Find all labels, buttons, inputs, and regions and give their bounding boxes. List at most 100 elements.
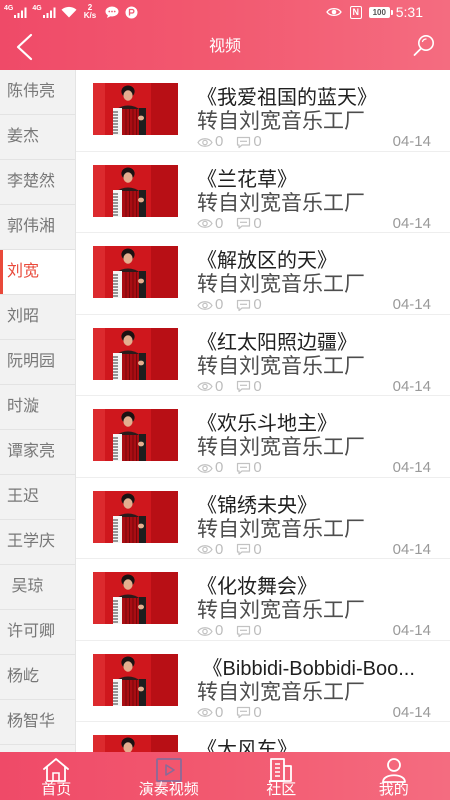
comment-count: 0 [253, 703, 262, 721]
sidebar-artist-item[interactable]: 陈伟亮 [0, 70, 75, 115]
chevron-left-icon[interactable] [14, 33, 36, 61]
video-thumbnail[interactable] [93, 653, 178, 706]
video-title[interactable]: 《我爱祖国的蓝天》 [197, 86, 447, 110]
comment-icon [236, 299, 251, 312]
video-source: 转自刘宽音乐工厂 [197, 517, 365, 541]
comment-icon [236, 136, 251, 149]
comment-icon [236, 380, 251, 393]
signal-icon [14, 7, 28, 18]
network-1: 4G [4, 5, 28, 18]
video-title[interactable]: 《Bibbidi-Bobbidi-Boo... [197, 657, 447, 681]
video-thumbnail[interactable] [93, 164, 178, 217]
status-bar: 4G 4G 2 K/s N 100 5:31 [0, 0, 450, 24]
video-list-item[interactable]: 《大风车》 [76, 722, 450, 752]
video-date: 04-14 [392, 214, 431, 232]
sidebar-artist-item[interactable]: 王迟 [0, 475, 75, 520]
sidebar-artist-item[interactable]: 王学庆 [0, 520, 75, 565]
video-list-item[interactable]: 《锦绣未央》 转自刘宽音乐工厂 0 0 04-14 [76, 478, 450, 559]
video-source: 转自刘宽音乐工厂 [197, 191, 365, 215]
video-thumbnail[interactable] [93, 246, 178, 298]
video-title[interactable]: 《红太阳照边疆》 [197, 331, 447, 355]
network-speed: 2 K/s [84, 4, 96, 20]
video-thumbnail[interactable] [93, 327, 178, 380]
eye-icon [197, 707, 213, 718]
comment-icon [236, 543, 251, 556]
video-source: 转自刘宽音乐工厂 [197, 436, 365, 459]
view-count: 0 [215, 540, 224, 558]
video-title[interactable]: 《欢乐斗地主》 [197, 412, 447, 436]
video-date: 04-14 [392, 296, 431, 313]
sidebar-artist-item[interactable]: 郭伟湘 [0, 205, 75, 250]
video-title[interactable]: 《兰花草》 [197, 168, 447, 192]
video-title[interactable]: 《大风车》 [197, 738, 447, 752]
video-stats: 00 [197, 541, 275, 559]
sidebar-artist-item[interactable]: 杨屹 [0, 655, 75, 700]
message-bubble-icon [105, 6, 119, 18]
video-source: 转自刘宽音乐工厂 [197, 110, 365, 133]
view-count: 0 [215, 459, 224, 476]
view-count: 0 [215, 214, 224, 232]
view-count: 0 [215, 703, 224, 721]
community-icon [225, 757, 338, 783]
video-thumbnail[interactable] [93, 83, 178, 135]
signal-icon [42, 7, 57, 18]
video-source: 转自刘宽音乐工厂 [197, 273, 365, 296]
video-stats: 00 [197, 296, 275, 314]
video-title[interactable]: 《化妆舞会》 [197, 575, 447, 599]
view-count: 0 [215, 377, 224, 395]
sidebar-artist-item[interactable]: 许可卿 [0, 610, 75, 655]
tab-videos[interactable]: 演奏视频 [113, 752, 226, 800]
video-thumbnail[interactable] [93, 572, 178, 624]
search-icon[interactable] [411, 34, 437, 58]
status-right: N 100 5:31 [325, 0, 423, 24]
video-list-item[interactable]: 《Bibbidi-Bobbidi-Boo... 转自刘宽音乐工厂 0 0 04-14 [76, 641, 450, 722]
eye-icon [197, 300, 213, 311]
speed-unit: K/s [83, 11, 97, 20]
video-title[interactable]: 《解放区的天》 [197, 249, 447, 273]
network-2: 4G [32, 5, 57, 18]
video-stats: 00 [197, 215, 275, 233]
sidebar-artist-item[interactable]: 谭家亮 [0, 430, 75, 475]
sidebar-artist-item[interactable]: 时漩 [0, 385, 75, 430]
tab-profile[interactable]: 我的 [338, 752, 450, 800]
status-left: 4G 4G 2 K/s [4, 0, 138, 24]
video-play-icon [113, 757, 226, 783]
sidebar-artist-item[interactable]: 刘宽 [0, 250, 75, 295]
comment-count: 0 [253, 377, 262, 395]
sidebar-artist-item[interactable]: 阮明园 [0, 340, 75, 385]
view-count: 0 [215, 133, 224, 150]
video-list-item[interactable]: 《欢乐斗地主》 转自刘宽音乐工厂 0 0 04-14 [76, 396, 450, 478]
video-list-item[interactable]: 《红太阳照边疆》 转自刘宽音乐工厂 0 0 04-14 [76, 315, 450, 396]
video-stats: 00 [197, 622, 275, 640]
video-list-item[interactable]: 《兰花草》 转自刘宽音乐工厂 0 0 04-14 [76, 152, 450, 233]
bottom-nav: 首页 演奏视频 社区 我的 [0, 752, 450, 800]
view-count: 0 [215, 622, 224, 639]
sidebar-artist-item[interactable]: 杨智华 [0, 700, 75, 745]
video-title[interactable]: 《锦绣未央》 [197, 494, 447, 518]
video-date: 04-14 [392, 703, 431, 721]
video-thumbnail[interactable] [93, 409, 178, 461]
app-notification-icon [125, 6, 138, 19]
video-date: 04-14 [392, 459, 431, 476]
header: 视频 [0, 24, 450, 70]
video-thumbnail[interactable] [93, 490, 178, 543]
sidebar-artist-item[interactable]: 刘昭 [0, 295, 75, 340]
video-thumbnail[interactable] [93, 735, 178, 752]
tab-label: 演奏视频 [138, 781, 199, 798]
eye-icon [197, 137, 213, 148]
eye-icon [197, 381, 213, 392]
tab-home[interactable]: 首页 [0, 752, 113, 800]
eye-icon [197, 463, 213, 474]
page-title: 视频 [208, 38, 241, 55]
video-list-item[interactable]: 《化妆舞会》 转自刘宽音乐工厂 0 0 04-14 [76, 559, 450, 641]
view-count: 0 [215, 296, 224, 313]
sidebar-artist-item[interactable]: 姜杰 [0, 115, 75, 160]
video-date: 04-14 [392, 540, 431, 558]
sidebar-artist-item[interactable]: 李楚然 [0, 160, 75, 205]
comment-count: 0 [253, 133, 262, 150]
video-list-item[interactable]: 《我爱祖国的蓝天》 转自刘宽音乐工厂 0 0 04-14 [76, 70, 450, 152]
tab-community[interactable]: 社区 [225, 752, 338, 800]
video-list-item[interactable]: 《解放区的天》 转自刘宽音乐工厂 0 0 04-14 [76, 233, 450, 315]
sidebar-artist-item[interactable]: 吴琼 [0, 565, 75, 610]
comment-count: 0 [253, 214, 262, 232]
